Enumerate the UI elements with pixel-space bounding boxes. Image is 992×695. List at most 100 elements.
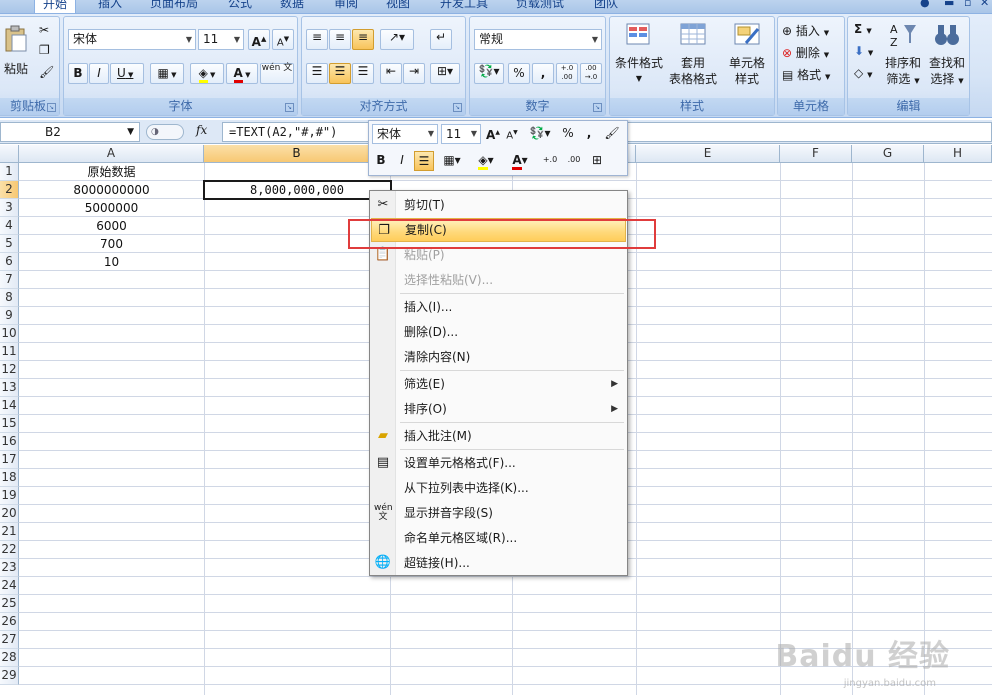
sort-filter-button[interactable]: A Z 排序和 筛选 ▼ bbox=[882, 21, 924, 89]
mini-increase-decimal-button[interactable]: +.0 bbox=[539, 151, 561, 171]
row-header[interactable]: 1 bbox=[0, 163, 19, 181]
menu-item-clear-contents[interactable]: 清除内容(N) bbox=[371, 345, 626, 369]
row-header[interactable]: 29 bbox=[0, 667, 19, 685]
mini-fill-color-icon[interactable]: ◈▾ bbox=[471, 151, 501, 171]
fill-button[interactable]: ⬇ ▼ bbox=[854, 44, 873, 58]
format-painter-icon[interactable]: 🖌 bbox=[39, 65, 54, 79]
font-color-button[interactable]: A ▼ bbox=[226, 63, 258, 84]
cell-a3[interactable]: 5000000 bbox=[19, 199, 204, 217]
mini-grow-font-icon[interactable]: A▲ bbox=[484, 124, 502, 144]
clear-button[interactable]: ◇ ▼ bbox=[854, 66, 872, 80]
row-header[interactable]: 14 bbox=[0, 397, 19, 415]
menu-item-insert[interactable]: 插入(I)... bbox=[371, 295, 626, 319]
close-icon[interactable]: ✕ bbox=[980, 0, 989, 9]
mini-percent-button[interactable]: % bbox=[559, 124, 577, 144]
menu-item-paste-special[interactable]: 选择性粘贴(V)... bbox=[371, 268, 626, 292]
row-header[interactable]: 25 bbox=[0, 595, 19, 613]
cell-a5[interactable]: 700 bbox=[19, 235, 204, 253]
align-middle-icon[interactable]: ≡ bbox=[329, 29, 351, 50]
fill-color-button[interactable]: ◈ ▼ bbox=[190, 63, 224, 84]
row-header[interactable]: 22 bbox=[0, 541, 19, 559]
column-header-g[interactable]: G bbox=[852, 145, 924, 163]
row-header[interactable]: 8 bbox=[0, 289, 19, 307]
autosum-button[interactable]: Σ ▼ bbox=[854, 22, 872, 36]
row-header[interactable]: 5 bbox=[0, 235, 19, 253]
name-box[interactable]: B2 ▼ bbox=[0, 122, 140, 142]
row-header[interactable]: 21 bbox=[0, 523, 19, 541]
row-header[interactable]: 15 bbox=[0, 415, 19, 433]
tab-formulas[interactable]: 公式 bbox=[228, 0, 252, 13]
find-select-button[interactable]: 查找和 选择 ▼ bbox=[926, 21, 968, 89]
decrease-decimal-button[interactable]: .00 →.0 bbox=[580, 63, 602, 84]
tab-insert[interactable]: 插入 bbox=[98, 0, 122, 13]
row-header[interactable]: 24 bbox=[0, 577, 19, 595]
alignment-launcher-icon[interactable]: ↘ bbox=[453, 103, 462, 112]
restore-icon[interactable]: ▫ bbox=[964, 0, 971, 9]
mini-bold-button[interactable]: B bbox=[372, 151, 390, 171]
tab-page-layout[interactable]: 页面布局 bbox=[150, 0, 198, 13]
mini-center-icon[interactable]: ☰ bbox=[414, 151, 434, 171]
wrap-text-icon[interactable]: ↵ bbox=[430, 29, 452, 50]
select-all-corner[interactable] bbox=[0, 145, 19, 163]
row-header[interactable]: 4 bbox=[0, 217, 19, 235]
row-header[interactable]: 9 bbox=[0, 307, 19, 325]
mini-merge-icon[interactable]: ⊞ bbox=[587, 151, 607, 171]
accounting-format-icon[interactable]: 💱▾ bbox=[474, 63, 504, 84]
mini-format-painter-icon[interactable]: 🖌 bbox=[601, 124, 623, 144]
mini-shrink-font-icon[interactable]: A▼ bbox=[503, 124, 521, 144]
comma-button[interactable]: , bbox=[532, 63, 554, 84]
format-cells-button[interactable]: ▤ 格式 ▼ bbox=[782, 66, 830, 83]
insert-function-icon[interactable]: fx bbox=[196, 123, 207, 137]
row-header[interactable]: 16 bbox=[0, 433, 19, 451]
grow-font-button[interactable]: A▲ bbox=[248, 29, 270, 50]
formula-bar-splitter[interactable]: ◑ bbox=[146, 124, 184, 140]
menu-item-delete[interactable]: 删除(D)... bbox=[371, 320, 626, 344]
row-header[interactable]: 23 bbox=[0, 559, 19, 577]
row-header[interactable]: 6 bbox=[0, 253, 19, 271]
mini-size-combo[interactable]: 11 ▼ bbox=[441, 124, 481, 144]
row-header[interactable]: 18 bbox=[0, 469, 19, 487]
increase-decimal-button[interactable]: +.0 .00 bbox=[556, 63, 578, 84]
mini-italic-button[interactable]: I bbox=[393, 151, 411, 171]
phonetic-button[interactable]: wén 文 bbox=[260, 63, 294, 84]
mini-comma-button[interactable]: , bbox=[581, 124, 597, 144]
font-launcher-icon[interactable]: ↘ bbox=[285, 103, 294, 112]
menu-item-pick-from-list[interactable]: 从下拉列表中选择(K)... bbox=[371, 476, 626, 500]
number-launcher-icon[interactable]: ↘ bbox=[593, 103, 602, 112]
menu-item-insert-comment[interactable]: ▰ 插入批注(M) bbox=[371, 424, 626, 448]
italic-button[interactable]: I bbox=[89, 63, 109, 84]
decrease-indent-icon[interactable]: ⇤ bbox=[380, 63, 402, 84]
mini-borders-icon[interactable]: ▦▾ bbox=[439, 151, 465, 171]
tab-team[interactable]: 团队 bbox=[594, 0, 618, 13]
underline-button[interactable]: U ▼ bbox=[110, 63, 144, 84]
format-as-table-button[interactable]: 套用 表格格式 bbox=[666, 21, 720, 87]
row-header[interactable]: 3 bbox=[0, 199, 19, 217]
menu-item-filter[interactable]: 筛选(E) ▶ bbox=[371, 372, 626, 396]
column-header-e[interactable]: E bbox=[636, 145, 780, 163]
align-bottom-icon[interactable]: ≡ bbox=[352, 29, 374, 50]
menu-item-define-name[interactable]: 命名单元格区域(R)... bbox=[371, 526, 626, 550]
menu-item-format-cells[interactable]: ▤ 设置单元格格式(F)... bbox=[371, 451, 626, 475]
row-header[interactable]: 13 bbox=[0, 379, 19, 397]
mini-accounting-icon[interactable]: 💱▾ bbox=[525, 124, 555, 144]
tab-view[interactable]: 视图 bbox=[386, 0, 410, 13]
clipboard-launcher-icon[interactable]: ↘ bbox=[47, 103, 56, 112]
row-header[interactable]: 10 bbox=[0, 325, 19, 343]
row-header[interactable]: 17 bbox=[0, 451, 19, 469]
row-header[interactable]: 11 bbox=[0, 343, 19, 361]
column-header-f[interactable]: F bbox=[780, 145, 852, 163]
cell-a6[interactable]: 10 bbox=[19, 253, 204, 271]
row-header[interactable]: 12 bbox=[0, 361, 19, 379]
increase-indent-icon[interactable]: ⇥ bbox=[403, 63, 425, 84]
orientation-icon[interactable]: ↗▾ bbox=[380, 29, 414, 50]
shrink-font-button[interactable]: A▼ bbox=[272, 29, 294, 50]
tab-home[interactable]: 开始 bbox=[34, 0, 77, 13]
align-center-icon[interactable]: ☰ bbox=[329, 63, 351, 84]
cell-a2[interactable]: 8000000000 bbox=[19, 181, 204, 199]
mini-font-color-icon[interactable]: A▾ bbox=[505, 151, 535, 171]
column-header-h[interactable]: H bbox=[924, 145, 992, 163]
percent-button[interactable]: % bbox=[508, 63, 530, 84]
cell-a1[interactable]: 原始数据 bbox=[19, 163, 204, 181]
copy-icon[interactable]: ❐ bbox=[39, 43, 50, 57]
align-right-icon[interactable]: ☰ bbox=[352, 63, 374, 84]
